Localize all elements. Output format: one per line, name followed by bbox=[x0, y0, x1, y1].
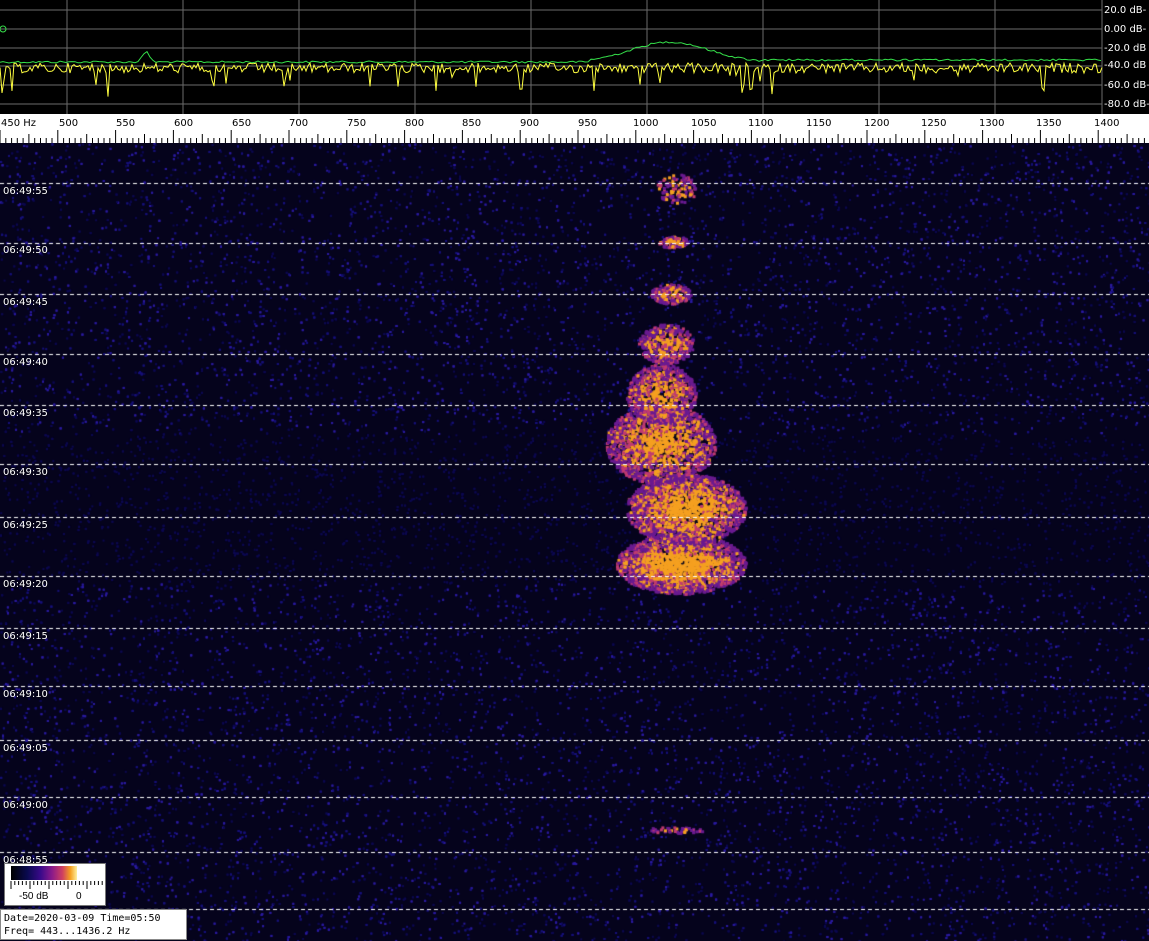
time-label: 06:49:10 bbox=[3, 689, 48, 700]
freq-label: 900 bbox=[520, 118, 539, 129]
freq-label: 1200 bbox=[864, 118, 889, 129]
spectrum-grid bbox=[0, 0, 1103, 114]
waterfall-canvas[interactable] bbox=[0, 143, 1149, 941]
freq-label: 700 bbox=[289, 118, 308, 129]
live-spectrum-trace bbox=[0, 61, 1103, 97]
time-label: 06:49:15 bbox=[3, 631, 48, 642]
freq-label: 1300 bbox=[979, 118, 1004, 129]
freq-label: 800 bbox=[405, 118, 424, 129]
db-label: 20.0 dB- bbox=[1104, 5, 1147, 16]
freq-label: 950 bbox=[578, 118, 597, 129]
freq-label: 450 Hz bbox=[1, 118, 36, 129]
db-scale: 20.0 dB- 0.00 dB- -20.0 dB -40.0 dB -60.… bbox=[1104, 5, 1149, 110]
freq-label: 850 bbox=[462, 118, 481, 129]
time-label: 06:49:30 bbox=[3, 467, 48, 478]
db-label: -60.0 dB- bbox=[1104, 80, 1149, 91]
color-scale-low-label: -50 dB bbox=[19, 891, 49, 902]
spectrum-display: 20.0 dB- 0.00 dB- -20.0 dB -40.0 dB -60.… bbox=[0, 0, 1149, 114]
ruler-ticks bbox=[0, 130, 1145, 143]
time-label: 06:49:20 bbox=[3, 579, 48, 590]
freq-label: 750 bbox=[347, 118, 366, 129]
time-label: 06:49:50 bbox=[3, 245, 48, 256]
freq-label: 1250 bbox=[921, 118, 946, 129]
db-label: -40.0 dB bbox=[1104, 60, 1146, 71]
frequency-range-readout: Freq= 443...1436.2 Hz bbox=[4, 926, 131, 937]
time-label: 06:49:45 bbox=[3, 297, 48, 308]
frequency-labels: 450 Hz 500 550 600 650 700 750 800 850 9… bbox=[1, 118, 1119, 129]
freq-label: 1350 bbox=[1036, 118, 1061, 129]
time-label: 06:49:05 bbox=[3, 743, 48, 754]
color-scale-ticks bbox=[10, 881, 103, 889]
freq-label: 600 bbox=[174, 118, 193, 129]
freq-label: 1050 bbox=[691, 118, 716, 129]
time-label: 06:49:55 bbox=[3, 186, 48, 197]
freq-label: 1000 bbox=[633, 118, 658, 129]
average-spectrum-trace bbox=[0, 41, 1102, 64]
freq-label: 650 bbox=[232, 118, 251, 129]
time-label: 06:49:25 bbox=[3, 520, 48, 531]
date-time-readout: Date=2020-03-09 Time=05:50 bbox=[4, 913, 161, 924]
frequency-ruler[interactable]: 450 Hz 500 550 600 650 700 750 800 850 9… bbox=[0, 114, 1149, 143]
freq-label: 500 bbox=[59, 118, 78, 129]
color-scale-high-label: 0 bbox=[76, 891, 82, 902]
freq-label: 1400 bbox=[1094, 118, 1119, 129]
info-panel: Date=2020-03-09 Time=05:50 Freq= 443...1… bbox=[0, 909, 187, 940]
waterfall-display[interactable]: 06:49:55 06:49:50 06:49:45 06:49:40 06:4… bbox=[0, 143, 1149, 941]
db-label: -80.0 dB- bbox=[1104, 99, 1149, 110]
db-label: -20.0 dB bbox=[1104, 43, 1146, 54]
color-gradient-bar bbox=[11, 866, 77, 880]
freq-label: 1100 bbox=[748, 118, 773, 129]
time-label: 06:49:00 bbox=[3, 800, 48, 811]
db-label: 0.00 dB- bbox=[1104, 24, 1147, 35]
color-scale-legend: -50 dB 0 bbox=[4, 863, 106, 906]
freq-label: 550 bbox=[116, 118, 135, 129]
time-label: 06:49:35 bbox=[3, 408, 48, 419]
time-label: 06:49:40 bbox=[3, 357, 48, 368]
freq-label: 1150 bbox=[806, 118, 831, 129]
